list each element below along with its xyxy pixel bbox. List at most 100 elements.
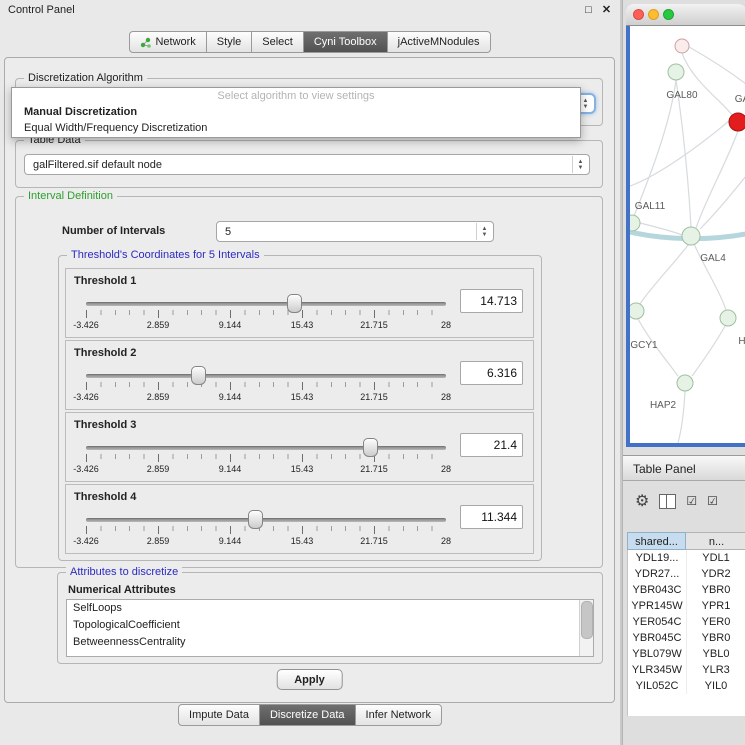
table-row[interactable]: YIL052CYIL0 — [628, 678, 745, 694]
network-node[interactable] — [729, 113, 745, 131]
table-cell[interactable]: YLR345W — [628, 662, 687, 678]
slider-thumb[interactable] — [248, 510, 263, 529]
network-window-titlebar[interactable] — [626, 4, 745, 26]
scale-label: 9.144 — [219, 536, 242, 546]
table-cell[interactable]: YER054C — [628, 614, 687, 630]
table-data-select[interactable]: galFiltered.sif default node ▲▼ — [24, 154, 590, 175]
column-header-name[interactable]: n... — [686, 532, 745, 550]
table-cell[interactable]: YBL079W — [628, 646, 687, 662]
scale-label: 21.715 — [360, 464, 388, 474]
table-cell[interactable]: YIL0 — [687, 678, 745, 694]
scale-label: -3.426 — [73, 392, 99, 402]
table-row[interactable]: YPR145WYPR1 — [628, 598, 745, 614]
tab-network[interactable]: Network — [129, 31, 206, 53]
columns-icon[interactable] — [659, 494, 676, 509]
table-cell[interactable]: YPR145W — [628, 598, 687, 614]
slider-thumb[interactable] — [287, 294, 302, 313]
attribute-item[interactable]: TopologicalCoefficient — [67, 617, 593, 634]
algorithm-dropdown-popup: Select algorithm to view settings Manual… — [11, 87, 581, 138]
table-cell[interactable]: YBR043C — [628, 582, 687, 598]
network-node[interactable] — [630, 303, 644, 319]
table-row[interactable]: YBR043CYBR0 — [628, 582, 745, 598]
table-cell[interactable]: YDR27... — [628, 566, 687, 582]
threshold-4-slider[interactable]: -3.4262.8599.14415.4321.71528 — [86, 507, 446, 551]
threshold-label: Threshold 2 — [74, 347, 136, 359]
tab-label: Infer Network — [366, 705, 431, 725]
threshold-3-value-input[interactable] — [460, 433, 523, 457]
gear-icon[interactable]: ⚙ — [635, 491, 649, 511]
network-canvas[interactable]: GAL80GAGAL11GAL4GCY1HHAP2 — [630, 26, 745, 443]
threshold-1-slider[interactable]: -3.4262.8599.14415.4321.71528 — [86, 291, 446, 335]
table-row[interactable]: YDR27...YDR2 — [628, 566, 745, 582]
tab-label: jActiveMNodules — [398, 32, 480, 52]
table-cell[interactable]: YBR0 — [687, 630, 745, 646]
attribute-item[interactable]: SelfLoops — [67, 600, 593, 617]
network-node[interactable] — [630, 215, 640, 231]
close-window-icon[interactable] — [633, 9, 644, 20]
list-scrollbar[interactable] — [579, 600, 593, 656]
table-row[interactable]: YBL079WYBL0 — [628, 646, 745, 662]
tab-infer-network[interactable]: Infer Network — [356, 704, 442, 726]
scale-label: 15.43 — [291, 536, 314, 546]
tab-cyni-toolbox[interactable]: Cyni Toolbox — [304, 31, 388, 53]
zoom-window-icon[interactable] — [663, 9, 674, 20]
threshold-4-value-input[interactable] — [460, 505, 523, 529]
table-cell[interactable]: YBR045C — [628, 630, 687, 646]
slider-scale: -3.4262.8599.14415.4321.71528 — [86, 464, 446, 476]
slider-thumb[interactable] — [191, 366, 206, 385]
dropdown-item-manual-discretization[interactable]: Manual Discretization — [16, 104, 576, 120]
node-table-body: YDL19...YDL1YDR27...YDR2YBR043CYBR0YPR14… — [627, 550, 745, 716]
num-intervals-select[interactable]: 5 ▲▼ — [216, 221, 494, 242]
table-cell[interactable]: YER0 — [687, 614, 745, 630]
column-header-shared-name[interactable]: shared... — [627, 532, 686, 550]
table-data-selected-value: galFiltered.sif default node — [33, 159, 162, 171]
dropdown-item-equal-width-frequency[interactable]: Equal Width/Frequency Discretization — [16, 120, 576, 136]
table-row[interactable]: YDL19...YDL1 — [628, 550, 745, 566]
apply-button[interactable]: Apply — [276, 669, 343, 690]
network-graph: GAL80GAGAL11GAL4GCY1HHAP2 — [630, 26, 745, 443]
threshold-2-value-input[interactable] — [460, 361, 523, 385]
tab-select[interactable]: Select — [252, 31, 304, 53]
network-node[interactable] — [675, 39, 689, 53]
table-row[interactable]: YBR045CYBR0 — [628, 630, 745, 646]
scale-label: -3.426 — [73, 320, 99, 330]
control-panel-tabs: Network Style Select Cyni Toolbox jActiv… — [0, 31, 620, 53]
threshold-1-value-input[interactable] — [460, 289, 523, 313]
tab-style[interactable]: Style — [207, 31, 252, 53]
threshold-label: Threshold 1 — [74, 275, 136, 287]
table-cell[interactable]: YDL19... — [628, 550, 687, 566]
threshold-4-panel: Threshold 4 -3.4262.8599.14415.4321.7152… — [65, 484, 534, 554]
minimize-window-icon[interactable] — [648, 9, 659, 20]
table-cell[interactable]: YIL052C — [628, 678, 687, 694]
num-intervals-label: Number of Intervals — [62, 225, 165, 237]
select-none-checkbox-icon[interactable]: ☑ — [707, 494, 718, 508]
network-node[interactable] — [682, 227, 700, 245]
table-cell[interactable]: YLR3 — [687, 662, 745, 678]
tab-impute-data[interactable]: Impute Data — [178, 704, 260, 726]
network-node[interactable] — [677, 375, 693, 391]
table-row[interactable]: YLR345WYLR3 — [628, 662, 745, 678]
slider-thumb[interactable] — [363, 438, 378, 457]
table-cell[interactable]: YPR1 — [687, 598, 745, 614]
float-window-icon[interactable]: □ — [581, 3, 596, 18]
scrollbar-thumb[interactable] — [581, 601, 593, 639]
table-cell[interactable]: YDL1 — [687, 550, 745, 566]
threshold-3-slider[interactable]: -3.4262.8599.14415.4321.71528 — [86, 435, 446, 479]
select-all-checkbox-icon[interactable]: ☑ — [686, 494, 697, 508]
attribute-item[interactable]: BetweennessCentrality — [67, 634, 593, 651]
tab-label: Network — [155, 32, 195, 52]
control-panel-titlebar: Control Panel □ ✕ — [0, 0, 620, 22]
network-node[interactable] — [720, 310, 736, 326]
tab-discretize-data[interactable]: Discretize Data — [260, 704, 356, 726]
table-cell[interactable]: YBL0 — [687, 646, 745, 662]
table-row[interactable]: YER054CYER0 — [628, 614, 745, 630]
close-panel-icon[interactable]: ✕ — [599, 3, 614, 18]
interval-definition-group: Interval Definition Number of Intervals … — [15, 196, 603, 568]
network-node-label: GCY1 — [630, 340, 658, 351]
bottom-tabs: Impute Data Discretize Data Infer Networ… — [0, 704, 620, 726]
table-cell[interactable]: YBR0 — [687, 582, 745, 598]
table-cell[interactable]: YDR2 — [687, 566, 745, 582]
network-node[interactable] — [668, 64, 684, 80]
tab-jactivemnodules[interactable]: jActiveMNodules — [388, 31, 491, 53]
threshold-2-slider[interactable]: -3.4262.8599.14415.4321.71528 — [86, 363, 446, 407]
